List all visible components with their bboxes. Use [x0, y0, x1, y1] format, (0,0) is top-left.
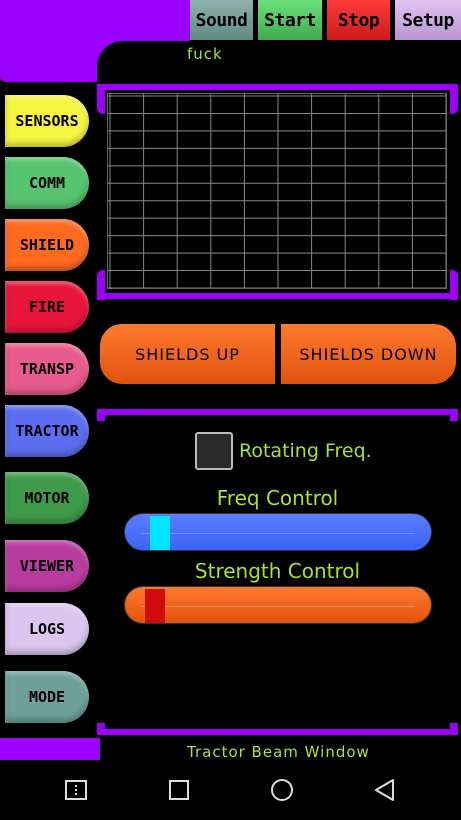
shields-up-button[interactable]: SHIELDS UP — [100, 324, 275, 384]
stop-button[interactable]: Stop — [327, 0, 390, 40]
grid-frame-tl — [97, 84, 105, 114]
tractor-frame-bottom — [97, 729, 458, 735]
rotating-freq-checkbox[interactable] — [195, 432, 233, 470]
sidebar-item-tractor[interactable]: TRACTOR — [5, 405, 89, 457]
strength-slider-thumb[interactable] — [144, 589, 165, 623]
strength-slider-track — [141, 606, 415, 607]
user-label: fuck — [187, 45, 223, 63]
tractor-frame-top — [97, 409, 458, 415]
sidebar-item-logs[interactable]: LOGS — [5, 603, 89, 655]
sidebar-item-label: SENSORS — [15, 112, 79, 130]
grid-frame-top — [97, 84, 458, 90]
sidebar-item-label: COMM — [28, 174, 66, 192]
sidebar-item-label: MODE — [28, 688, 66, 706]
grid-frame-tr — [450, 84, 458, 114]
app-root: Sound Start Stop Setup fuck SENSORS COMM S… — [0, 0, 461, 820]
strength-control-label: Strength Control — [194, 559, 361, 583]
freq-slider-thumb[interactable] — [150, 516, 171, 550]
sidebar-item-mode[interactable]: MODE — [5, 671, 89, 723]
sidebar-item-comm[interactable]: COMM — [5, 157, 89, 209]
recent-apps-icon[interactable] — [61, 775, 91, 805]
start-button[interactable]: Start — [258, 0, 322, 40]
sidebar-item-label: SHIELD — [19, 236, 75, 254]
top-elbow-cutout — [97, 41, 190, 82]
sidebar-item-transp[interactable]: TRANSP — [5, 343, 89, 395]
rotating-freq-label: Rotating Freq. — [239, 440, 372, 462]
setup-button[interactable]: Setup — [395, 0, 461, 40]
freq-slider-track — [141, 533, 415, 534]
tractor-frame-tl — [97, 409, 105, 421]
sidebar-item-label: TRANSP — [19, 360, 75, 378]
sidebar-item-label: LOGS — [28, 620, 66, 638]
sidebar-item-shield[interactable]: SHIELD — [5, 219, 89, 271]
sidebar-item-label: TRACTOR — [15, 422, 79, 440]
tractor-frame-tr — [450, 409, 458, 421]
sidebar-item-fire[interactable]: FIRE — [5, 281, 89, 333]
overview-icon[interactable] — [164, 775, 194, 805]
sidebar-item-label: FIRE — [28, 298, 66, 316]
freq-control-slider[interactable] — [124, 513, 432, 551]
sound-button[interactable]: Sound — [190, 0, 253, 40]
sensor-grid[interactable] — [107, 93, 447, 289]
sidebar-item-sensors[interactable]: SENSORS — [5, 95, 89, 147]
shields-down-button[interactable]: SHIELDS DOWN — [281, 324, 456, 384]
strength-control-slider[interactable] — [124, 586, 432, 624]
grid-lines — [108, 94, 446, 288]
footer-window-label: Tractor Beam Window — [187, 743, 370, 761]
home-icon[interactable] — [267, 775, 297, 805]
footer-elbow — [0, 738, 100, 760]
freq-control-label: Freq Control — [216, 486, 339, 510]
back-icon[interactable] — [369, 775, 399, 805]
grid-frame-bottom — [97, 293, 458, 299]
